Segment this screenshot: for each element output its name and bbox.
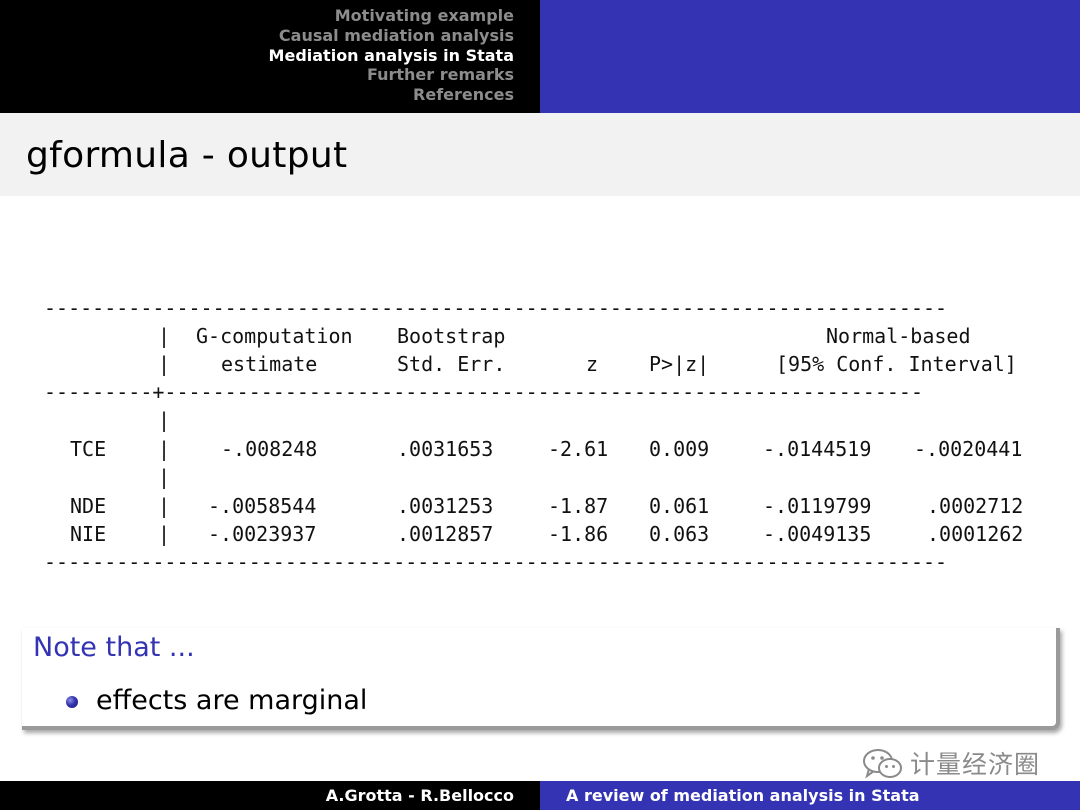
table-mid-rule: ---------+------------------------------… <box>44 380 923 404</box>
nav-item-mediation-analysis-in-stata[interactable]: Mediation analysis in Stata <box>269 46 514 66</box>
output-table: ----------------------------------------… <box>0 290 1080 580</box>
note-title: Note that ... <box>33 632 195 663</box>
header-se-line1: Bootstrap <box>397 324 506 348</box>
nav-item-further-remarks[interactable]: Further remarks <box>269 65 514 85</box>
nde-z: -1.87 <box>548 494 609 518</box>
tce-ci-lo: -.0144519 <box>763 437 872 461</box>
nie-se: .0012857 <box>397 522 494 546</box>
header-estimate-line2: estimate <box>221 352 318 376</box>
header-left-panel: Motivating example Causal mediation anal… <box>0 0 540 113</box>
header-ci-line2: [95% Conf. Interval] <box>776 352 1017 376</box>
header-p: P>|z| <box>649 352 710 376</box>
tce-p: 0.009 <box>649 437 710 461</box>
tce-estimate: -.008248 <box>221 437 318 461</box>
bullet-icon <box>66 696 78 708</box>
nie-ci-lo: -.0049135 <box>763 522 872 546</box>
nav-item-references[interactable]: References <box>269 85 514 105</box>
table-top-rule: ----------------------------------------… <box>44 296 948 320</box>
header-right-panel <box>540 0 1080 113</box>
section-nav: Motivating example Causal mediation anal… <box>269 6 514 105</box>
table-bottom-rule: ----------------------------------------… <box>44 550 948 574</box>
slide-title: gformula - output <box>26 135 348 176</box>
header-ci-line1: Normal-based <box>826 324 971 348</box>
header-estimate-line1: G-computation <box>196 324 353 348</box>
row-label-tce: TCE <box>70 437 107 461</box>
table-pipe: | <box>158 352 171 376</box>
nde-estimate: -.0058544 <box>208 494 317 518</box>
footer-right-panel: A review of mediation analysis in Stata <box>540 781 1080 810</box>
nde-ci-lo: -.0119799 <box>763 494 872 518</box>
nie-p: 0.063 <box>649 522 710 546</box>
nde-p: 0.061 <box>649 494 710 518</box>
table-pipe: | <box>158 324 171 348</box>
table-pipe: | <box>158 522 171 546</box>
note-bullet: effects are marginal <box>96 685 368 716</box>
header-se-line2: Std. Err. <box>397 352 506 376</box>
tce-se: .0031653 <box>397 437 494 461</box>
nie-z: -1.86 <box>548 522 609 546</box>
watermark-text: 计量经济圈 <box>910 750 1041 779</box>
nav-item-motivating-example[interactable]: Motivating example <box>269 6 514 26</box>
header-bar: Motivating example Causal mediation anal… <box>0 0 1080 113</box>
footer-authors: A.Grotta - R.Bellocco <box>325 786 514 805</box>
tce-ci-hi: -.0020441 <box>914 437 1023 461</box>
tce-z: -2.61 <box>548 437 609 461</box>
table-pipe: | <box>158 465 171 489</box>
nav-item-causal-mediation-analysis[interactable]: Causal mediation analysis <box>269 26 514 46</box>
header-z: z <box>586 352 599 376</box>
wechat-icon <box>863 749 902 779</box>
table-pipe: | <box>158 494 171 518</box>
table-pipe: | <box>158 437 171 461</box>
row-label-nie: NIE <box>70 522 107 546</box>
nde-se: .0031253 <box>397 494 494 518</box>
table-pipe: | <box>158 408 171 432</box>
footer-talk-title: A review of mediation analysis in Stata <box>566 786 920 805</box>
title-bar: gformula - output <box>0 113 1080 196</box>
footer-left-panel: A.Grotta - R.Bellocco <box>0 781 540 810</box>
footer-bar: A.Grotta - R.Bellocco A review of mediat… <box>0 781 1080 810</box>
nie-estimate: -.0023937 <box>208 522 317 546</box>
nde-ci-hi: .0002712 <box>927 494 1024 518</box>
nie-ci-hi: .0001262 <box>927 522 1024 546</box>
row-label-nde: NDE <box>70 494 107 518</box>
